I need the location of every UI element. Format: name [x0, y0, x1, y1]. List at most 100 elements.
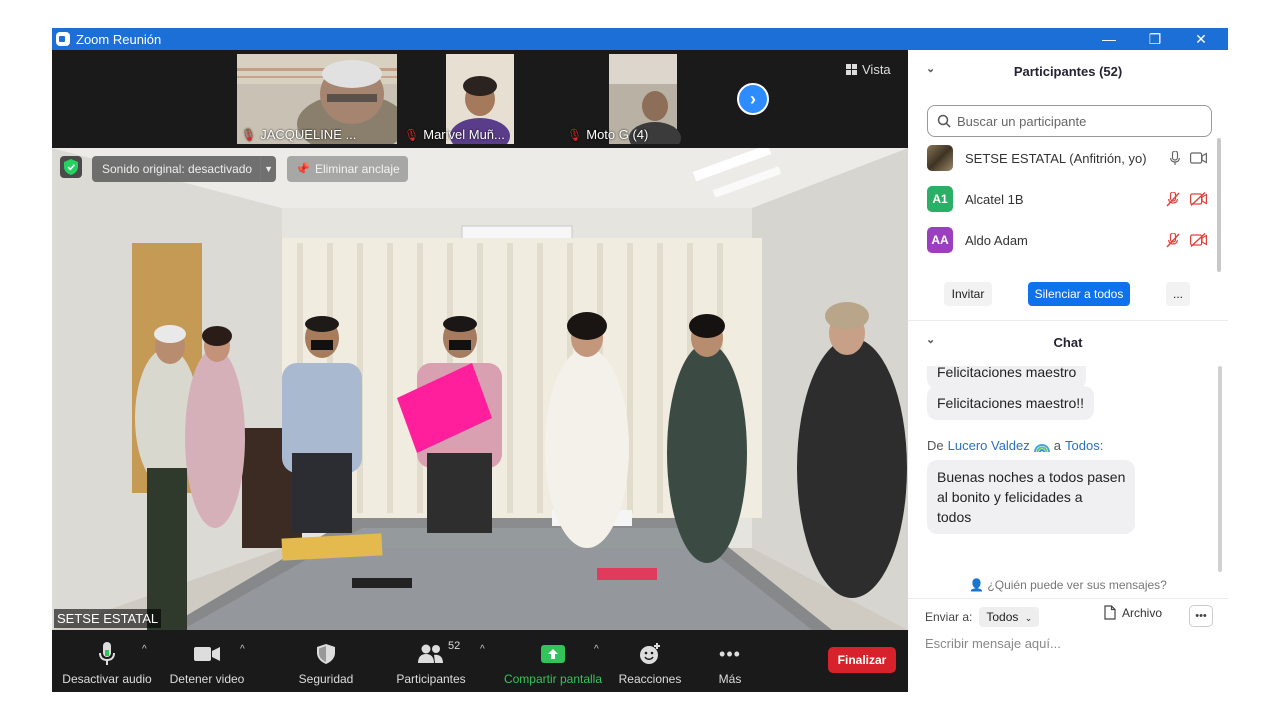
- minimize-button[interactable]: —: [1086, 28, 1132, 50]
- mic-muted-icon: 🎙: [567, 127, 583, 142]
- participant-list-scrollbar[interactable]: [1217, 138, 1221, 272]
- invite-button[interactable]: Invitar: [944, 282, 992, 306]
- collapse-chevron-down-icon[interactable]: ⌄: [926, 62, 935, 75]
- participant-thumbnail[interactable]: 🎙 JACQUELINE ...: [237, 54, 397, 144]
- smiley-plus-icon: [639, 640, 661, 668]
- participants-button[interactable]: 52 Participantes: [386, 630, 476, 692]
- participant-thumbnail[interactable]: 🎙 Moto G (4): [563, 54, 723, 144]
- thumbnail-name: Marivel Muñ...: [423, 127, 505, 142]
- participants-options-chevron-up-icon[interactable]: ^: [480, 644, 485, 655]
- original-sound-label: Sonido original: desactivado: [102, 162, 253, 176]
- side-panel: ⌄ Participantes (52) Buscar un participa…: [908, 50, 1228, 692]
- reactions-label: Reacciones: [618, 672, 682, 686]
- chat-message: Buenas noches a todos pasen al bonito y …: [927, 460, 1136, 534]
- avatar: AA: [927, 227, 953, 253]
- who-can-see-messages-link[interactable]: 👤 ¿Quién puede ver sus mensajes?: [908, 578, 1228, 592]
- restore-button[interactable]: ❐: [1132, 28, 1178, 50]
- avatar: [927, 145, 953, 171]
- zoom-window: Zoom Reunión — ❐ ✕ 🎙 JACQUELINE ... 🎙 Ma…: [52, 28, 1228, 692]
- search-icon: [937, 114, 951, 128]
- stop-video-label: Detener video: [169, 672, 245, 686]
- mic-muted-icon[interactable]: [1166, 191, 1180, 207]
- meeting-area: 🎙 JACQUELINE ... 🎙 Marivel Muñ... 🎙 Moto…: [52, 50, 908, 692]
- pin-icon: 📌: [295, 162, 310, 176]
- recipient-dropdown[interactable]: Todos ⌄: [979, 607, 1040, 627]
- speaker-name-label: SETSE ESTATAL: [54, 609, 162, 628]
- more-button[interactable]: ••• Más: [700, 630, 760, 692]
- mic-muted-icon: 🎙: [241, 127, 257, 142]
- chevron-down-icon: ⌄: [1024, 613, 1033, 623]
- chat-message: Felicitaciones maestro!!: [927, 386, 1095, 420]
- microphone-icon[interactable]: [1170, 150, 1180, 166]
- mute-audio-label: Desactivar audio: [62, 672, 152, 686]
- participant-name: Alcatel 1B: [965, 191, 1024, 207]
- thumbnail-label: 🎙 JACQUELINE ...: [241, 127, 356, 142]
- participants-label: Participantes: [396, 672, 466, 686]
- mic-muted-icon: 🎙: [404, 127, 420, 142]
- grid-icon: [846, 64, 857, 75]
- reactions-button[interactable]: Reacciones: [610, 630, 690, 692]
- security-label: Seguridad: [298, 672, 354, 686]
- end-meeting-button[interactable]: Finalizar: [828, 647, 896, 673]
- send-to-row: Enviar a: Todos ⌄ Archivo •••: [925, 605, 1220, 629]
- encryption-shield-icon[interactable]: [60, 156, 82, 178]
- participant-row[interactable]: AA Aldo Adam: [927, 227, 1207, 253]
- video-off-icon[interactable]: [1190, 233, 1207, 247]
- person-lock-icon: 👤: [969, 578, 985, 592]
- zoom-app-icon: [56, 32, 70, 46]
- chat-header: ⌄ Chat: [908, 321, 1228, 363]
- file-icon: [1104, 605, 1116, 620]
- mute-all-button[interactable]: Silenciar a todos: [1028, 282, 1130, 306]
- more-dots-icon: •••: [719, 643, 741, 664]
- title-bar: Zoom Reunión — ❐ ✕: [52, 28, 1228, 50]
- chat-scrollbar[interactable]: [1218, 366, 1222, 572]
- mic-muted-icon[interactable]: [1166, 232, 1180, 248]
- participants-more-button[interactable]: ...: [1166, 282, 1190, 306]
- video-camera-icon: [194, 640, 220, 668]
- participant-row[interactable]: SETSE ESTATAL (Anfitrión, yo): [927, 145, 1207, 171]
- unpin-button[interactable]: 📌 Eliminar anclaje: [287, 156, 408, 182]
- search-placeholder: Buscar un participante: [957, 113, 1087, 129]
- share-screen-icon: [541, 640, 565, 668]
- next-page-chevron-right-icon[interactable]: ›: [737, 83, 769, 115]
- chevron-down-icon[interactable]: ▼: [260, 156, 276, 182]
- chat-sender-name[interactable]: Lucero Valdez: [948, 438, 1030, 453]
- close-button[interactable]: ✕: [1178, 28, 1224, 50]
- file-button[interactable]: Archivo: [1104, 605, 1162, 620]
- video-camera-icon[interactable]: [1190, 152, 1207, 164]
- rainbow-icon: [1033, 443, 1050, 452]
- view-label: Vista: [862, 62, 891, 77]
- collapse-chevron-down-icon[interactable]: ⌄: [926, 333, 935, 346]
- share-screen-label: Compartir pantalla: [503, 672, 603, 686]
- chat-sender-line: De Lucero Valdez a Todos:: [927, 438, 1104, 453]
- video-options-chevron-up-icon[interactable]: ^: [240, 644, 245, 655]
- audio-options-chevron-up-icon[interactable]: ^: [142, 644, 147, 655]
- participants-header: ⌄ Participantes (52): [908, 50, 1228, 92]
- mute-audio-button[interactable]: Desactivar audio: [62, 630, 152, 692]
- shield-icon: [317, 640, 335, 668]
- participant-search-input[interactable]: Buscar un participante: [927, 105, 1212, 137]
- video-off-icon[interactable]: [1190, 192, 1207, 206]
- divider: [908, 598, 1228, 599]
- microphone-icon: [99, 640, 115, 668]
- chat-recipient: Todos:: [1065, 438, 1104, 453]
- share-options-chevron-up-icon[interactable]: ^: [594, 644, 599, 655]
- participant-thumbnail[interactable]: 🎙 Marivel Muñ...: [400, 54, 560, 144]
- original-sound-toggle[interactable]: Sonido original: desactivado ▼: [92, 156, 277, 182]
- stop-video-button[interactable]: Detener video: [162, 630, 252, 692]
- chat-message-input[interactable]: Escribir mensaje aquí...: [925, 636, 1061, 651]
- active-speaker-video[interactable]: Sonido original: desactivado ▼ 📌 Elimina…: [52, 148, 908, 630]
- security-button[interactable]: Seguridad: [286, 630, 366, 692]
- view-button[interactable]: Vista: [846, 62, 891, 77]
- participants-icon: 52: [418, 640, 460, 668]
- chat-messages: Felicitaciones maestro Felicitaciones ma…: [908, 366, 1228, 572]
- chat-more-button[interactable]: •••: [1189, 605, 1213, 627]
- window-title: Zoom Reunión: [76, 31, 162, 47]
- thumbnail-label: 🎙 Moto G (4): [567, 127, 648, 142]
- participant-count: 52: [448, 640, 461, 652]
- participant-row[interactable]: A1 Alcatel 1B: [927, 186, 1207, 212]
- meeting-toolbar: Desactivar audio ^ Detener video ^ Segur…: [52, 630, 908, 692]
- thumbnail-name: JACQUELINE ...: [260, 127, 357, 142]
- share-screen-button[interactable]: Compartir pantalla: [498, 630, 608, 692]
- participant-name: Aldo Adam: [965, 232, 1028, 248]
